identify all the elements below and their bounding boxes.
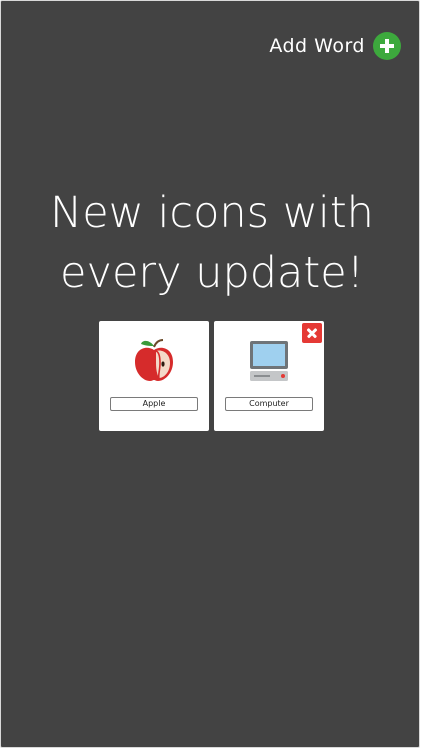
app-screen: Add Word New icons with every update! Ap…	[0, 0, 420, 748]
add-word-label: Add Word	[269, 35, 365, 57]
headline-line-1: New icons with	[50, 188, 374, 238]
word-card-computer[interactable]: Computer	[214, 321, 324, 431]
delete-button[interactable]	[302, 323, 322, 343]
headline-line-2: every update!	[60, 248, 364, 298]
computer-icon	[250, 341, 288, 381]
plus-circle-icon[interactable]	[373, 32, 401, 60]
word-label-apple: Apple	[110, 397, 198, 411]
promo-headline: New icons with every update!	[1, 183, 422, 303]
apple-icon	[135, 339, 173, 381]
word-card-apple[interactable]: Apple	[99, 321, 209, 431]
word-label-computer: Computer	[225, 397, 313, 411]
add-word-button[interactable]: Add Word	[269, 32, 401, 60]
